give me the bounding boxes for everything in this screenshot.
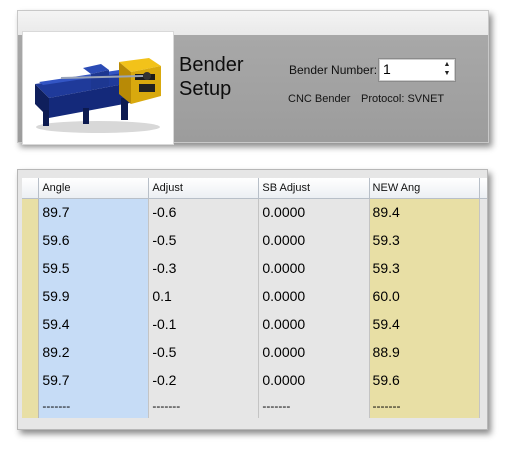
cell-adjust[interactable]: -------	[148, 394, 260, 418]
table-row[interactable]: 59.6 -0.5 0.0000 59.3	[22, 226, 487, 254]
cell-angle[interactable]: 59.7	[38, 366, 150, 394]
cell-adjust[interactable]: -0.2	[148, 366, 260, 394]
cell-overflow	[479, 366, 487, 394]
row-header[interactable]	[22, 198, 40, 226]
row-header[interactable]	[22, 366, 40, 394]
cell-angle[interactable]: 89.2	[38, 338, 150, 366]
cell-sb-adjust[interactable]: 0.0000	[258, 226, 370, 254]
cell-new-angle[interactable]: 59.3	[369, 226, 480, 254]
cell-sb-adjust[interactable]: -------	[258, 394, 370, 418]
cell-overflow	[479, 254, 487, 282]
bender-setup-panel: Bender Setup Bender Number: 1 ▲ ▼ CNC Be…	[17, 10, 489, 145]
column-header-adjust[interactable]: Adjust	[148, 178, 260, 199]
cell-new-angle[interactable]: 89.4	[369, 198, 480, 226]
cell-new-angle[interactable]: 60.0	[369, 282, 480, 310]
title-line-2: Setup	[179, 78, 232, 100]
cell-angle[interactable]: 89.7	[38, 198, 150, 226]
table-row[interactable]: 59.4 -0.1 0.0000 59.4	[22, 310, 487, 338]
cell-adjust[interactable]: -0.5	[148, 338, 260, 366]
row-header[interactable]	[22, 282, 40, 310]
cell-overflow	[479, 310, 487, 338]
row-header[interactable]	[22, 254, 40, 282]
machine-type-label: CNC Bender	[288, 93, 351, 105]
cell-overflow	[479, 226, 487, 254]
title-line-1: Bender	[179, 54, 244, 76]
cell-adjust[interactable]: -0.1	[148, 310, 260, 338]
cell-angle[interactable]: 59.9	[38, 282, 150, 310]
tube-bender-machine-icon	[35, 58, 161, 133]
column-header-overflow	[479, 178, 487, 199]
cell-new-angle[interactable]: 88.9	[369, 338, 480, 366]
cell-overflow	[479, 394, 487, 418]
row-header[interactable]	[22, 394, 40, 418]
row-header[interactable]	[22, 226, 40, 254]
cell-sb-adjust[interactable]: 0.0000	[258, 282, 370, 310]
cell-overflow	[479, 282, 487, 310]
stepper-up-icon[interactable]: ▲	[441, 60, 453, 69]
angle-adjust-grid-panel: Angle Adjust SB Adjust NEW Ang 89.7 -0.6…	[17, 169, 488, 430]
stepper-down-icon[interactable]: ▼	[441, 69, 453, 78]
table-row[interactable]: ------- ------- ------- -------	[22, 394, 487, 418]
page-title: Bender Setup	[179, 53, 259, 113]
cell-angle[interactable]: 59.5	[38, 254, 150, 282]
cell-overflow	[479, 198, 487, 226]
cell-sb-adjust[interactable]: 0.0000	[258, 338, 370, 366]
cell-new-angle[interactable]: 59.6	[369, 366, 480, 394]
cell-angle[interactable]: 59.4	[38, 310, 150, 338]
column-header-new-angle[interactable]: NEW Ang	[369, 178, 480, 199]
bender-number-stepper[interactable]: 1 ▲ ▼	[378, 58, 456, 82]
cell-angle[interactable]: 59.6	[38, 226, 150, 254]
table-row[interactable]: 89.7 -0.6 0.0000 89.4	[22, 198, 487, 226]
table-row[interactable]: 89.2 -0.5 0.0000 88.9	[22, 338, 487, 366]
angle-adjust-table: Angle Adjust SB Adjust NEW Ang 89.7 -0.6…	[22, 178, 487, 418]
bender-machine-image	[22, 31, 174, 145]
cell-overflow	[479, 338, 487, 366]
cell-adjust[interactable]: 0.1	[148, 282, 260, 310]
cell-sb-adjust[interactable]: 0.0000	[258, 198, 370, 226]
cell-sb-adjust[interactable]: 0.0000	[258, 254, 370, 282]
table-row[interactable]: 59.7 -0.2 0.0000 59.6	[22, 366, 487, 394]
cell-angle[interactable]: -------	[38, 394, 150, 418]
table-row[interactable]: 59.5 -0.3 0.0000 59.3	[22, 254, 487, 282]
row-header[interactable]	[22, 310, 40, 338]
column-header-sb-adjust[interactable]: SB Adjust	[258, 178, 370, 199]
cell-new-angle[interactable]: 59.4	[369, 310, 480, 338]
bender-number-value[interactable]: 1	[383, 61, 391, 77]
cell-new-angle[interactable]: -------	[369, 394, 480, 418]
row-header-corner	[22, 178, 40, 199]
cell-sb-adjust[interactable]: 0.0000	[258, 366, 370, 394]
stepper-arrows[interactable]: ▲ ▼	[441, 60, 453, 78]
cell-new-angle[interactable]: 59.3	[369, 254, 480, 282]
bender-number-label: Bender Number:	[289, 63, 378, 77]
cell-adjust[interactable]: -0.5	[148, 226, 260, 254]
table-row[interactable]: 59.9 0.1 0.0000 60.0	[22, 282, 487, 310]
cell-sb-adjust[interactable]: 0.0000	[258, 310, 370, 338]
table-header-row: Angle Adjust SB Adjust NEW Ang	[22, 178, 487, 199]
protocol-label: Protocol: SVNET	[361, 93, 445, 105]
cell-adjust[interactable]: -0.3	[148, 254, 260, 282]
column-header-angle[interactable]: Angle	[38, 178, 150, 199]
row-header[interactable]	[22, 338, 40, 366]
cell-adjust[interactable]: -0.6	[148, 198, 260, 226]
